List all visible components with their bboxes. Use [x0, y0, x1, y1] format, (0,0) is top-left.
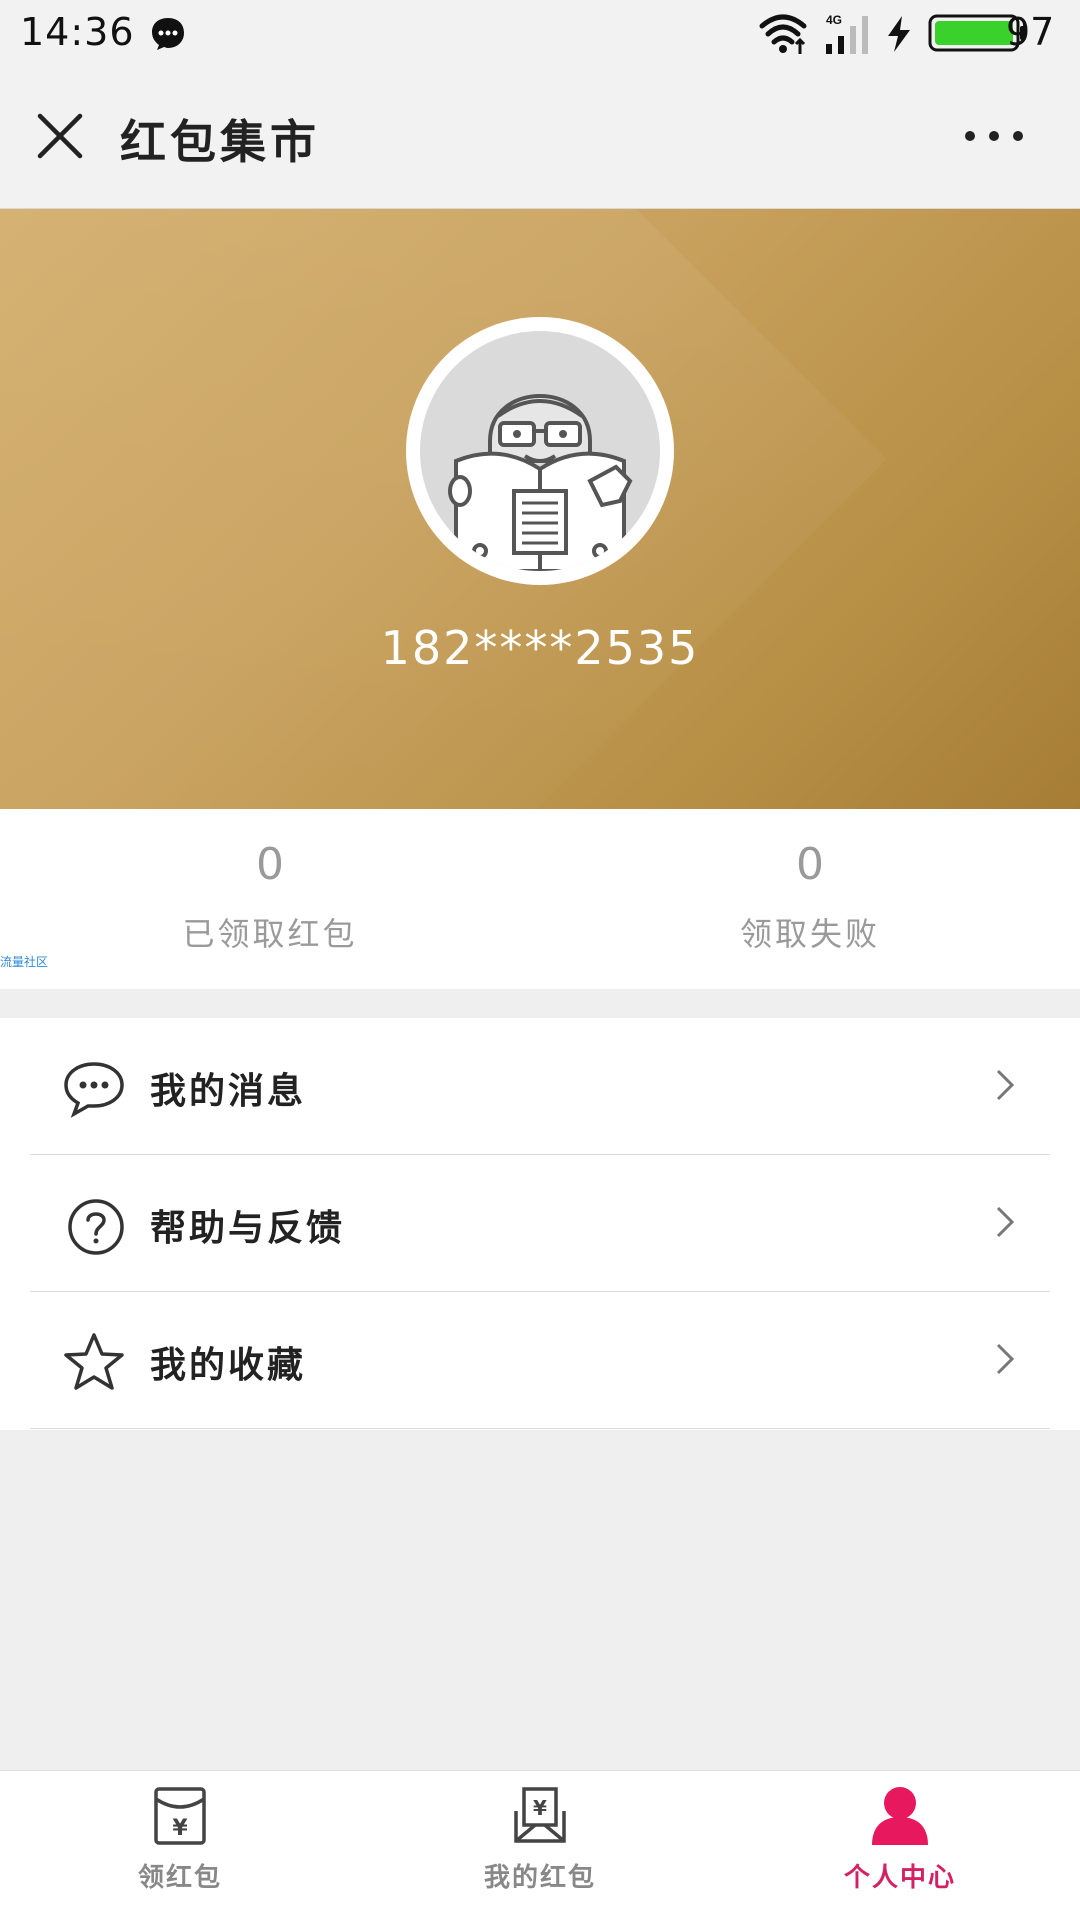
stat-received-label: 已领取红包 — [182, 915, 358, 953]
tab-claim-red-packet[interactable]: ¥ 领红包 — [0, 1771, 360, 1921]
battery-level: 97 — [1006, 10, 1055, 54]
message-icon — [64, 1062, 124, 1118]
menu-item-favorites[interactable]: 我的收藏 — [0, 1292, 1080, 1429]
chat-bubble-icon — [152, 18, 184, 50]
star-icon — [64, 1333, 124, 1390]
stats-panel: 0 已领取红包 0 领取失败 流量社区 — [0, 809, 1080, 989]
charging-icon — [888, 16, 910, 52]
page-title: 红包集市 — [120, 115, 320, 169]
menu-item-messages[interactable]: 我的消息 — [0, 1018, 1080, 1155]
avatar-reader-icon — [448, 394, 633, 571]
chevron-right-icon — [996, 1069, 1015, 1101]
menu-list: 我的消息 帮助与反馈 我的收藏 — [0, 1018, 1080, 1430]
status-time: 14:36 — [20, 10, 135, 54]
username: 182****2535 — [380, 621, 700, 675]
svg-text:¥: ¥ — [172, 1816, 188, 1841]
svg-text:4G: 4G — [826, 13, 842, 27]
nav-bar: 红包集市 — [0, 66, 1080, 209]
wifi-icon — [759, 14, 807, 54]
menu-label-messages: 我的消息 — [150, 1071, 307, 1112]
tab-my-red-packets[interactable]: ¥ 我的红包 — [360, 1771, 720, 1921]
tab-label-my-red-packets: 我的红包 — [483, 1863, 596, 1893]
tab-bar: ¥ 领红包 ¥ 我的红包 个人中心 — [0, 1770, 1080, 1921]
red-packet-icon: ¥ — [154, 1787, 206, 1845]
avatar-image — [420, 331, 660, 571]
svg-text:¥: ¥ — [533, 1796, 547, 1820]
tab-label-claim: 领红包 — [137, 1863, 222, 1893]
tab-label-profile-center: 个人中心 — [843, 1863, 956, 1893]
stat-failed-value: 0 — [796, 839, 824, 890]
tab-profile-center[interactable]: 个人中心 — [720, 1771, 1080, 1921]
user-icon — [872, 1787, 928, 1845]
more-icon[interactable] — [962, 118, 1026, 154]
avatar[interactable] — [406, 317, 674, 585]
menu-divider — [30, 1428, 1050, 1429]
stat-received-value: 0 — [256, 839, 284, 890]
menu-item-help[interactable]: 帮助与反馈 — [0, 1155, 1080, 1292]
watermark: 流量社区 — [0, 955, 49, 969]
stat-failed[interactable]: 0 领取失败 — [540, 809, 1080, 989]
chevron-right-icon — [996, 1206, 1015, 1238]
chevron-right-icon — [996, 1343, 1015, 1375]
menu-label-favorites: 我的收藏 — [150, 1345, 307, 1386]
stat-failed-label: 领取失败 — [739, 915, 880, 953]
stat-received[interactable]: 0 已领取红包 — [0, 809, 540, 989]
close-icon[interactable] — [30, 106, 90, 166]
profile-banner: 182****2535 — [0, 209, 1080, 809]
menu-label-help: 帮助与反馈 — [150, 1208, 346, 1249]
my-red-packet-icon: ¥ — [514, 1787, 566, 1843]
signal-icon: 4G — [826, 13, 868, 54]
status-bar: 14:36 4G 97 — [0, 0, 1080, 66]
help-icon — [68, 1199, 124, 1255]
